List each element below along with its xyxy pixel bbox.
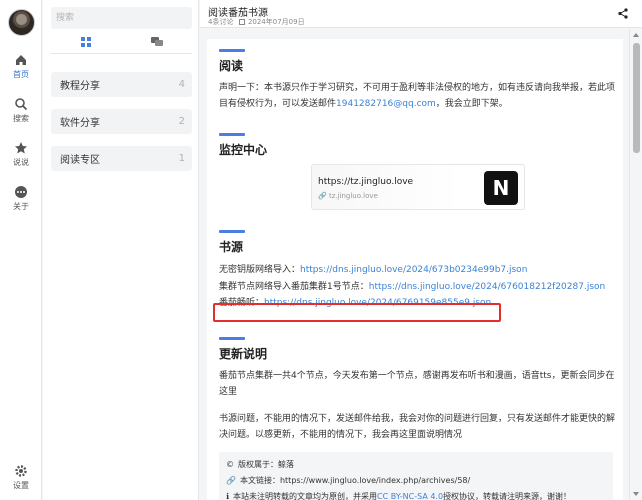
highlight-box — [213, 303, 501, 322]
rail-label-home: 首页 — [13, 70, 29, 79]
avatar[interactable] — [8, 9, 35, 36]
category-name: 软件分享 — [60, 118, 100, 129]
scroll-down-arrow[interactable] — [633, 492, 639, 496]
info-copyright-text: 版权属于：鲸落 — [238, 460, 294, 469]
copyright-icon: © — [226, 460, 234, 469]
tab-comments[interactable] — [122, 34, 192, 50]
scrollbar-thumb[interactable] — [633, 43, 640, 153]
article-area: 阅读 声明一下：本书源只作于学习研究，不可用于盈利等非法侵权的地方，如有违反请向… — [200, 29, 629, 500]
category-name: 教程分享 — [60, 81, 100, 92]
link-card-domain: 🔗 tz.jingluo.love — [318, 192, 378, 200]
star-icon — [15, 142, 27, 154]
source-label: 集群节点网络导入番茄集群1号节点： — [219, 282, 369, 292]
link-card-url: https://tz.jingluo.love — [318, 177, 414, 187]
info-link-label: 本文链接： — [239, 476, 280, 485]
article-card: 阅读 声明一下：本书源只作于学习研究，不可用于盈利等非法侵权的地方，如有违反请向… — [207, 39, 623, 500]
update-paragraph: 书源问题，不能用的情况下，发送邮件给我，我会对你的问题进行回复，只有发送邮件才能… — [219, 414, 616, 440]
disclaimer-b: ，我会立即下架。 — [435, 99, 508, 109]
category-item[interactable]: 教程分享 4 — [51, 72, 192, 97]
license-link[interactable]: CC BY-NC-SA 4.0 — [377, 492, 443, 500]
scrollbar[interactable] — [629, 29, 642, 500]
info-copyright: © 版权属于：鲸落 — [226, 459, 294, 470]
section-title-read: 阅读 — [219, 59, 244, 73]
category-item[interactable]: 软件分享 2 — [51, 109, 192, 134]
rail-item-about[interactable]: 关于 — [0, 185, 42, 212]
rail-item-home[interactable]: 首页 — [0, 53, 42, 80]
category-count: 1 — [178, 153, 185, 164]
category-count: 2 — [178, 116, 185, 127]
section-title-update: 更新说明 — [219, 347, 268, 361]
gear-icon — [15, 465, 27, 477]
tab-divider — [51, 53, 192, 54]
info-link-url[interactable]: https://www.jingluo.love/index.php/archi… — [280, 476, 470, 485]
home-icon — [16, 55, 26, 65]
more-icon — [15, 186, 27, 198]
info-license-b: 授权协议，转载请注明来源，谢谢！ — [443, 492, 572, 500]
publish-date: 2024年07月09日 — [247, 18, 305, 26]
rail-item-settings[interactable]: 设置 — [0, 464, 42, 491]
section-accent — [219, 133, 245, 136]
link-icon: 🔗 — [226, 476, 236, 485]
rail-label-talk: 说说 — [13, 158, 29, 167]
info-icon: ℹ — [226, 492, 230, 500]
article-header: 阅读番茄书源 4条讨论 2024年07月09日 — [200, 0, 642, 28]
source-label: 无密钥版网络导入： — [219, 265, 301, 275]
email-link[interactable]: 1941282716@qq.com — [336, 99, 436, 109]
section-accent — [219, 230, 245, 233]
rail-label-search: 搜索 — [13, 114, 29, 123]
rail-item-talk[interactable]: 说说 — [0, 141, 42, 168]
section-title-monitor: 监控中心 — [219, 143, 268, 157]
search-icon — [15, 98, 28, 111]
link-card-domain-text: tz.jingluo.love — [328, 192, 378, 200]
section-accent — [219, 49, 245, 52]
scroll-up-arrow[interactable] — [633, 33, 639, 37]
link-icon: 🔗 — [318, 192, 327, 200]
category-count: 4 — [178, 79, 185, 90]
info-license: ℹ 本站未注明转载的文章均为原创，并采用CC BY-NC-SA 4.0授权协议，… — [226, 491, 571, 500]
calendar-icon — [238, 19, 245, 25]
source-line: 集群节点网络导入番茄集群1号节点：https://dns.jingluo.lov… — [219, 279, 617, 295]
info-license-a: 本站未注明转载的文章均为原创，并采用 — [233, 492, 378, 500]
tab-categories[interactable] — [51, 34, 121, 50]
article-meta: 4条讨论 2024年07月09日 — [208, 17, 305, 27]
site-logo: N — [484, 171, 518, 205]
update-paragraph: 番茄节点集群一共4个节点，今天发布第一个节点，感谢再发布听书和漫画，语音tts，… — [219, 371, 615, 397]
copyright-box: © 版权属于：鲸落 🔗 本文链接：https://www.jingluo.lov… — [219, 452, 613, 500]
share-icon[interactable] — [618, 8, 628, 19]
section-title-source: 书源 — [219, 240, 244, 254]
grid-icon — [81, 37, 91, 47]
category-panel: 搜索 教程分享 4 软件分享 2 阅读专区 1 — [43, 0, 199, 500]
source-link[interactable]: https://dns.jingluo.love/2024/676018212f… — [369, 282, 606, 292]
comment-count: 4条讨论 — [208, 18, 234, 26]
rail-label-settings: 设置 — [13, 481, 29, 490]
chat-icon — [151, 37, 163, 46]
section-accent — [219, 337, 245, 340]
link-card[interactable]: https://tz.jingluo.love 🔗 tz.jingluo.lov… — [311, 164, 525, 210]
source-line: 无密钥版网络导入：https://dns.jingluo.love/2024/6… — [219, 262, 617, 278]
search-input[interactable]: 搜索 — [51, 7, 192, 29]
category-name: 阅读专区 — [60, 155, 100, 166]
rail-label-about: 关于 — [13, 202, 29, 211]
category-item[interactable]: 阅读专区 1 — [51, 146, 192, 171]
disclaimer-text: 声明一下：本书源只作于学习研究，不可用于盈利等非法侵权的地方，如有违反请向我举报… — [219, 80, 617, 112]
icon-rail: 首页 搜索 说说 关于 设置 — [0, 0, 42, 500]
source-link[interactable]: https://dns.jingluo.love/2024/673b0234e9… — [300, 265, 527, 275]
rail-item-search[interactable]: 搜索 — [0, 97, 42, 124]
info-permalink: 🔗 本文链接：https://www.jingluo.love/index.ph… — [226, 475, 470, 486]
